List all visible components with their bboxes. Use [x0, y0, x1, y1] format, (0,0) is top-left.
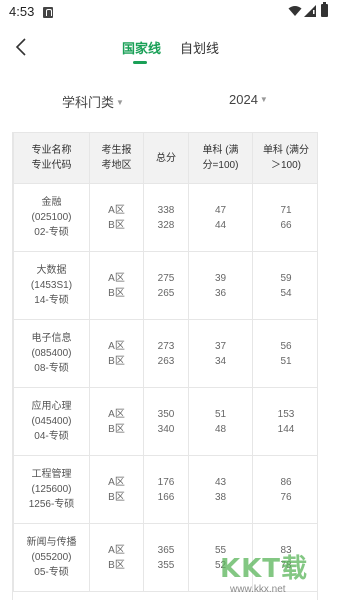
year-dropdown[interactable]: 2024 ▼: [229, 92, 268, 107]
battery-icon: [321, 2, 328, 17]
notification-a-icon: [43, 7, 53, 18]
single-over-100-cell: 86 76: [252, 455, 317, 524]
total-score-cell: 275 265: [143, 251, 189, 320]
header-single-100: 单科 (满 分=100): [188, 132, 253, 184]
major-cell: 工程管理 (125600) 1256-专硕: [13, 455, 90, 524]
total-score-cell: 350 340: [143, 387, 189, 456]
score-table: 专业名称 专业代码 考生报 考地区 总分 单科 (满 分=100) 单科 (满分 ＞100) 金…: [12, 132, 318, 600]
status-time: 4:53: [9, 4, 35, 19]
back-arrow-icon[interactable]: [12, 36, 32, 58]
single-100-cell: 43 38: [188, 455, 253, 524]
table-body: 金融 (025100) 02-专硕 A区 B区 338 328 47 44 71 66 大数据 (145…: [13, 183, 317, 592]
total-score-cell: 365 355: [143, 523, 189, 592]
single-100-cell: 47 44: [188, 183, 253, 252]
status-bar: 4:53: [0, 0, 337, 26]
major-cell: 应用心理 (045400) 04-专硕: [13, 387, 90, 456]
header-region: 考生报 考地区: [89, 132, 144, 184]
major-cell: 大数据 (1453S1) 14-专硕: [13, 251, 90, 320]
single-over-100-cell: 153 144: [252, 387, 317, 456]
region-cell: A区 B区: [89, 319, 144, 388]
region-cell: A区 B区: [89, 183, 144, 252]
top-nav: 国家线 自划线: [0, 26, 337, 70]
table-row[interactable]: 应用心理 (045400) 04-专硕 A区 B区 350 340 51 48 153 144: [13, 387, 317, 456]
year-label: 2024: [229, 92, 258, 107]
header-major-name-code: 专业名称 专业代码: [13, 132, 90, 184]
single-over-100-cell: 56 51: [252, 319, 317, 388]
table-row[interactable]: 新闻与传播 (055200) 05-专硕 A区 B区 365 355 55 52 83 78: [13, 523, 317, 592]
dropdown-caret-icon: ▼: [259, 95, 268, 104]
region-cell: A区 B区: [89, 251, 144, 320]
table-row[interactable]: 工程管理 (125600) 1256-专硕 A区 B区 176 166 43 38 86 76: [13, 455, 317, 524]
header-total-score: 总分: [143, 132, 189, 184]
single-over-100-cell: 71 66: [252, 183, 317, 252]
subject-category-dropdown[interactable]: 学科门类 ▼: [62, 92, 124, 111]
single-over-100-cell: 59 54: [252, 251, 317, 320]
region-cell: A区 B区: [89, 523, 144, 592]
single-100-cell: 51 48: [188, 387, 253, 456]
major-cell: 金融 (025100) 02-专硕: [13, 183, 90, 252]
region-cell: A区 B区: [89, 455, 144, 524]
table-row[interactable]: 金融 (025100) 02-专硕 A区 B区 338 328 47 44 71 66: [13, 183, 317, 252]
subject-category-label: 学科门类: [62, 95, 115, 110]
dropdown-caret-icon: ▼: [116, 98, 124, 107]
major-cell: 新闻与传播 (055200) 05-专硕: [13, 523, 90, 592]
header-single-over-100: 单科 (满分 ＞100): [252, 132, 317, 184]
wifi-icon: [288, 6, 302, 16]
single-100-cell: 37 34: [188, 319, 253, 388]
tab-self-line[interactable]: 自划线: [180, 38, 219, 57]
total-score-cell: 338 328: [143, 183, 189, 252]
filter-bar: 学科门类 ▼ 2024 ▼: [0, 88, 337, 112]
single-over-100-cell: 83 78: [252, 523, 317, 592]
region-cell: A区 B区: [89, 387, 144, 456]
major-cell: 电子信息 (085400) 08-专硕: [13, 319, 90, 388]
single-100-cell: 55 52: [188, 523, 253, 592]
total-score-cell: 176 166: [143, 455, 189, 524]
active-tab-indicator: [133, 61, 147, 64]
single-100-cell: 39 36: [188, 251, 253, 320]
table-header-row: 专业名称 专业代码 考生报 考地区 总分 单科 (满 分=100) 单科 (满分 ＞100): [13, 132, 317, 184]
tab-national-line[interactable]: 国家线: [122, 38, 161, 57]
table-row[interactable]: 大数据 (1453S1) 14-专硕 A区 B区 275 265 39 36 59 54: [13, 251, 317, 320]
table-row[interactable]: 电子信息 (085400) 08-专硕 A区 B区 273 263 37 34 56 51: [13, 319, 317, 388]
total-score-cell: 273 263: [143, 319, 189, 388]
signal-icon: [304, 5, 316, 17]
